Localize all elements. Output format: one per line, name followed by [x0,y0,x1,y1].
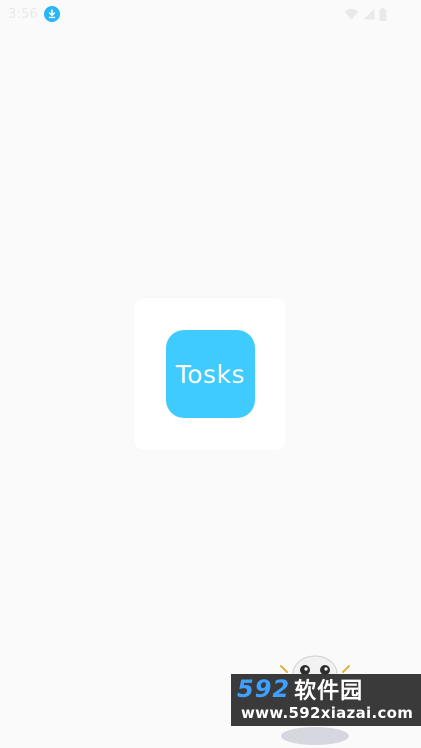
splash-logo-card: Tosks [134,298,286,450]
wifi-icon [344,8,359,20]
banner-top: 592 软件园 [237,675,364,704]
battery-icon [379,7,387,21]
status-bar: 3:56 [0,0,421,28]
brand-cn: 软件园 [294,679,364,704]
app-icon: Tosks [166,330,255,418]
status-time: 3:56 [8,6,38,22]
watermark-banner: 592 软件园 www.592xiazai.com [231,674,421,726]
brand-digits: 592 [237,675,291,703]
brand-url: www.592xiazai.com [241,704,414,722]
watermark: 592 软件园 www.592xiazai.com [231,650,421,748]
cell-signal-icon [363,8,375,20]
status-right [344,7,387,21]
status-left: 3:56 [8,6,60,22]
download-icon [44,6,60,22]
app-name: Tosks [175,359,246,389]
